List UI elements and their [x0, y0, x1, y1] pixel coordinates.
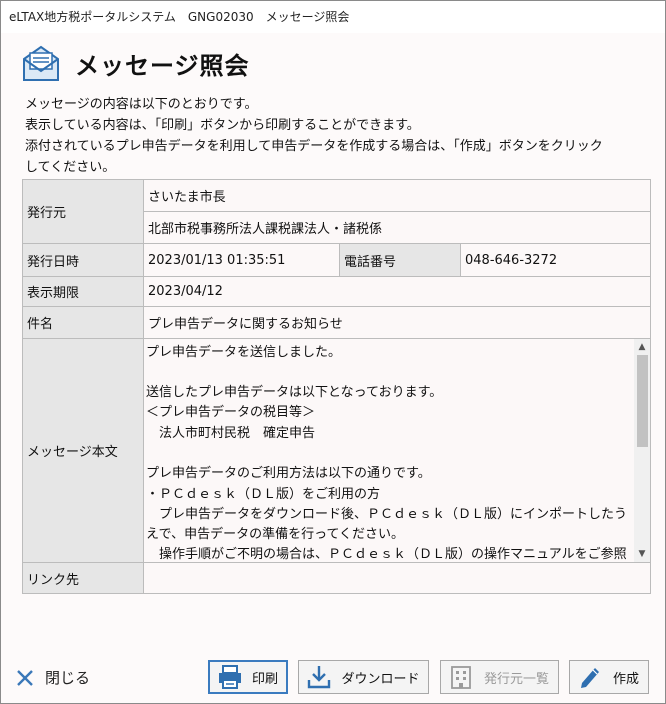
subject-label: 件名 — [22, 306, 144, 339]
print-button[interactable]: 印刷 — [208, 660, 288, 694]
message-body-line: プレ申告データを送信しました。 — [146, 344, 342, 360]
building-icon — [451, 666, 471, 689]
message-body-line: 操作手順がご不明の場合は、ＰＣｄｅｓｋ（ＤＬ版）の操作マニュアルをご参照 — [146, 547, 627, 562]
close-icon — [17, 669, 33, 686]
phone-value: 048-646-3272 — [460, 243, 651, 277]
message-body-line: えで、申告データの準備を行ってください。 — [146, 527, 405, 543]
issuer-list-label: 発行元一覧 — [483, 671, 549, 687]
envelope-icon — [23, 45, 59, 81]
intro-text: メッセージの内容は以下のとおりです。 表示している内容は、「印刷」ボタンから印刷… — [25, 94, 645, 178]
download-button[interactable]: ダウンロード — [298, 660, 429, 694]
scroll-thumb[interactable] — [637, 355, 648, 447]
message-detail-table: 発行元 さいたま市長 北部市税事務所法人課税課法人・諸税係 発行日時 2023/… — [22, 179, 651, 594]
message-body-line: プレ申告データをダウンロード後、ＰＣｄｅｓｋ（ＤＬ版）にインポートしたう — [146, 506, 628, 522]
message-scrollbar[interactable]: ▲ ▼ — [634, 339, 650, 562]
expiry-value: 2023/04/12 — [143, 276, 651, 307]
link-label: リンク先 — [22, 562, 144, 594]
date-label: 発行日時 — [22, 243, 144, 277]
date-value: 2023/01/13 01:35:51 — [143, 243, 340, 277]
create-button[interactable]: 作成 — [569, 660, 649, 694]
expiry-label: 表示期限 — [22, 276, 144, 307]
message-body-line: 法人市町村民税 確定申告 — [146, 425, 316, 441]
message-body-text: プレ申告データを送信しました。 送信したプレ申告データは以下となっております。 ＜… — [144, 340, 650, 562]
intro-line: してください。 — [25, 160, 116, 175]
scroll-down-arrow-icon[interactable]: ▼ — [634, 546, 650, 562]
intro-line: 表示している内容は、「印刷」ボタンから印刷することができます。 — [25, 118, 420, 133]
link-value[interactable] — [143, 562, 651, 594]
subject-value: プレ申告データに関するお知らせ — [143, 306, 651, 339]
message-body-area[interactable]: プレ申告データを送信しました。 送信したプレ申告データは以下となっております。 ＜… — [143, 338, 651, 563]
close-label: 閉じる — [45, 669, 91, 687]
close-button[interactable]: 閉じる — [15, 667, 90, 688]
issuer-city: さいたま市長 — [143, 179, 651, 212]
body-label: メッセージ本文 — [22, 338, 144, 563]
download-label: ダウンロード — [341, 671, 420, 687]
window-title: eLTAX地方税ポータルシステム GNG02030 メッセージ照会 — [1, 1, 665, 33]
pencil-icon — [581, 668, 599, 688]
intro-line: メッセージの内容は以下のとおりです。 — [25, 97, 258, 112]
download-icon — [307, 666, 331, 689]
message-body-line: ＜プレ申告データの税目等＞ — [146, 405, 316, 421]
message-body-line — [146, 363, 632, 383]
message-body-line: 送信したプレ申告データは以下となっております。 — [146, 385, 443, 401]
intro-line: 添付されているプレ申告データを利用して申告データを作成する場合は、「作成」ボタン… — [25, 139, 603, 154]
message-body-line: プレ申告データのご利用方法は以下の通りです。 — [146, 466, 431, 482]
print-label: 印刷 — [251, 671, 278, 687]
message-body-line: ・ＰＣｄｅｓｋ（ＤＬ版）をご利用の方 — [146, 486, 381, 502]
create-label: 作成 — [612, 671, 639, 687]
issuer-department: 北部市税事務所法人課税課法人・諸税係 — [143, 211, 651, 244]
page-title: メッセージ照会 — [75, 51, 250, 80]
message-inquiry-window: eLTAX地方税ポータルシステム GNG02030 メッセージ照会 メッセージ照… — [0, 0, 666, 704]
issuer-list-button[interactable]: 発行元一覧 — [440, 660, 559, 694]
scroll-up-arrow-icon[interactable]: ▲ — [634, 339, 650, 355]
page-header: メッセージ照会 — [21, 41, 250, 85]
printer-icon — [219, 665, 241, 689]
issuer-label: 発行元 — [22, 179, 144, 244]
message-body-line — [146, 444, 632, 464]
phone-label: 電話番号 — [339, 243, 461, 277]
